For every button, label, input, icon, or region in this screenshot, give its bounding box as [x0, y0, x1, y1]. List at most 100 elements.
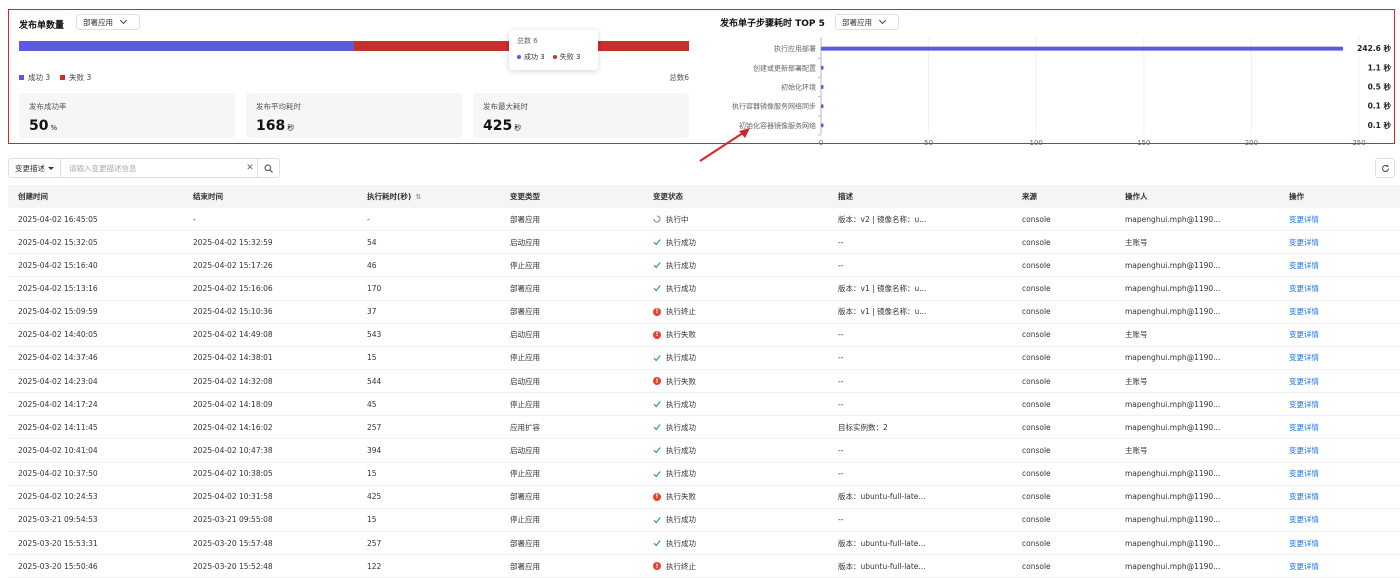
cell-change-status: ! 执行失败	[643, 491, 828, 502]
cell-duration: 543	[367, 330, 382, 340]
change-detail-link[interactable]: 变更详情	[1289, 307, 1319, 316]
release-count-filter[interactable]: 部署应用	[76, 14, 140, 30]
step-bar[interactable]	[821, 46, 1344, 51]
cell-change-type: 启动应用	[510, 237, 540, 247]
change-detail-link[interactable]: 变更详情	[1289, 261, 1319, 270]
cell-source: console	[1022, 469, 1051, 479]
change-detail-link[interactable]: 变更详情	[1289, 400, 1319, 409]
cell-source: console	[1022, 538, 1051, 548]
table-header: 创建时间 结束时间 执行耗时(秒) ⇅ 变更类型 变更状态 描述 来源 操作人 操…	[8, 185, 1400, 208]
cell-description: --	[838, 515, 844, 525]
legend-success[interactable]: 成功 3	[19, 72, 50, 83]
change-detail-link[interactable]: 变更详情	[1289, 562, 1319, 571]
change-detail-link[interactable]: 变更详情	[1289, 423, 1319, 432]
cell-duration: 54	[367, 237, 377, 247]
cell-description: 版本：v2 | 镜像名称：u...	[838, 214, 927, 224]
bar-tooltip: 总数 6 成功 3 失败 3	[509, 30, 598, 70]
table-row: 2025-04-02 15:09:59 2025-04-02 15:10:36 37…	[8, 301, 1400, 324]
check-icon	[653, 400, 661, 408]
cell-change-type: 停止应用	[510, 353, 540, 363]
release-count-filter-value: 部署应用	[83, 17, 113, 27]
cell-change-status: 执行成功	[643, 422, 828, 433]
stat-avg-duration: 发布平均耗时 168 秒	[246, 93, 462, 138]
change-detail-link[interactable]: 变更详情	[1289, 469, 1319, 478]
sort-icon[interactable]: ⇅	[415, 193, 421, 201]
col-duration[interactable]: 执行耗时(秒) ⇅	[357, 191, 500, 202]
cell-description: 版本：ubuntu-full-late...	[838, 538, 926, 548]
cell-source: console	[1022, 307, 1051, 317]
change-detail-link[interactable]: 变更详情	[1289, 446, 1319, 455]
cell-created-time: 2025-04-02 14:40:05	[18, 330, 98, 340]
cell-operator: mapenghui.mph@1190...	[1125, 538, 1221, 548]
table-row: 2025-04-02 14:23:04 2025-04-02 14:32:08 54…	[8, 370, 1400, 394]
cell-detail-link: 变更详情	[1279, 352, 1400, 363]
step-bar[interactable]	[821, 123, 824, 128]
cell-source: console	[1022, 214, 1051, 224]
change-detail-link[interactable]: 变更详情	[1289, 330, 1319, 339]
col-source: 来源	[1022, 192, 1037, 201]
col-end-time: 结束时间	[193, 192, 223, 201]
change-detail-link[interactable]: 变更详情	[1289, 539, 1319, 548]
x-tick-label: 100	[1030, 139, 1043, 147]
stat-max-duration: 发布最大耗时 425 秒	[473, 93, 689, 138]
check-icon	[653, 539, 661, 547]
cell-change-status: 执行成功	[643, 468, 828, 479]
cell-detail-link: 变更详情	[1279, 306, 1400, 317]
cell-created-time: 2025-04-02 14:37:46	[18, 353, 98, 363]
cell-change-type: 启动应用	[510, 445, 540, 455]
clear-icon[interactable]: ✕	[243, 159, 257, 177]
cell-detail-link: 变更详情	[1279, 283, 1400, 294]
search-input[interactable]	[61, 159, 243, 177]
table-row: 2025-03-21 09:54:53 2025-03-21 09:55:08 15…	[8, 509, 1400, 532]
table-row: 2025-03-20 15:50:46 2025-03-20 15:52:48 12…	[8, 555, 1400, 578]
change-detail-link[interactable]: 变更详情	[1289, 377, 1319, 386]
change-detail-link[interactable]: 变更详情	[1289, 492, 1319, 501]
cell-change-status: ! 执行终止	[643, 306, 828, 317]
cell-description: --	[838, 445, 844, 455]
change-detail-link[interactable]: 变更详情	[1289, 284, 1319, 293]
category-label: 创建或更新部署配置	[753, 63, 816, 72]
change-detail-link[interactable]: 变更详情	[1289, 238, 1319, 247]
step-bar[interactable]	[821, 104, 824, 109]
step-chart-filter-value: 部署应用	[842, 17, 872, 27]
cell-created-time: 2025-04-02 15:32:05	[18, 237, 98, 247]
step-bar[interactable]	[821, 85, 824, 89]
change-detail-link[interactable]: 变更详情	[1289, 353, 1319, 362]
cell-end-time: 2025-04-02 14:38:01	[193, 353, 273, 363]
cell-change-type: 部署应用	[510, 538, 540, 548]
check-icon	[653, 354, 661, 362]
table-body: 2025-04-02 16:45:05- - 部署应用 执行中 版本：v2 | 镜像名称…	[8, 208, 1400, 578]
cell-operator: mapenghui.mph@1190...	[1125, 307, 1221, 317]
step-chart-filter[interactable]: 部署应用	[835, 14, 899, 30]
cell-change-status: 执行成功	[643, 445, 828, 456]
change-detail-link[interactable]: 变更详情	[1289, 515, 1319, 524]
cell-description: 版本：v1 | 镜像名称：u...	[838, 283, 927, 293]
refresh-button[interactable]	[1375, 158, 1395, 178]
status-text: 执行成功	[666, 237, 696, 247]
error-icon: !	[653, 492, 661, 501]
cell-created-time: 2025-04-02 10:41:04	[18, 445, 98, 455]
col-change-type: 变更类型	[510, 192, 540, 201]
cell-duration: 45	[367, 399, 377, 409]
cell-created-time: 2025-04-02 15:16:40	[18, 260, 98, 270]
cell-duration: 46	[367, 260, 377, 270]
cell-duration: 257	[367, 538, 382, 548]
step-chart-title: 发布单子步骤耗时 TOP 5	[720, 19, 825, 29]
cell-end-time: 2025-04-02 15:17:26	[193, 260, 273, 270]
cell-description: --	[838, 353, 844, 363]
search-type-select[interactable]: 变更描述	[9, 159, 61, 177]
cell-operator: mapenghui.mph@1190...	[1125, 492, 1221, 502]
cell-detail-link: 变更详情	[1279, 260, 1400, 271]
cell-detail-link: 变更详情	[1279, 561, 1400, 572]
change-detail-link[interactable]: 变更详情	[1289, 215, 1319, 224]
success-segment[interactable]	[19, 41, 354, 51]
step-duration-svg: 0 50 100 150 200 250 执行应用部署 242.6 秒创建或更新部署配置 1.1…	[732, 37, 1391, 147]
search-button[interactable]	[257, 159, 279, 177]
cell-created-time: 2025-04-02 15:13:16	[18, 283, 98, 293]
cell-change-type: 停止应用	[510, 469, 540, 479]
x-tick-label: 50	[924, 139, 933, 147]
step-bar[interactable]	[821, 65, 824, 70]
check-icon	[653, 470, 661, 478]
category-label: 初始化环境	[781, 83, 816, 92]
legend-fail[interactable]: 失败 3	[60, 72, 91, 83]
